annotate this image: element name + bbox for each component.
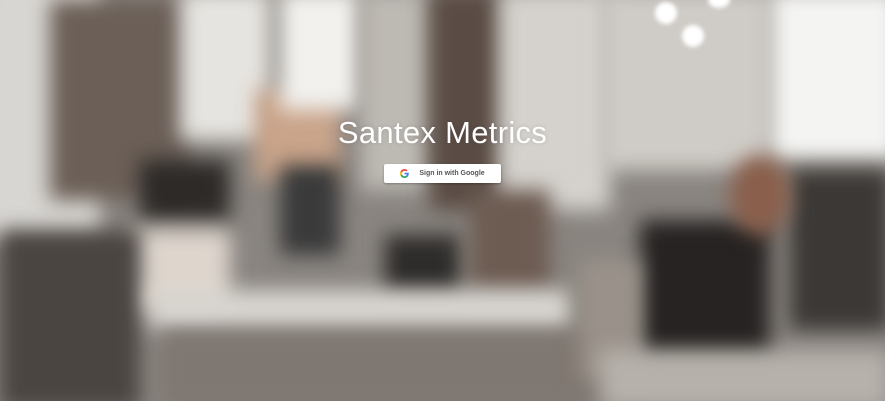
google-signin-button[interactable]: Sign in with Google (384, 164, 501, 183)
google-icon (400, 169, 410, 178)
google-signin-label: Sign in with Google (419, 170, 485, 177)
app-title: Santex Metrics (337, 115, 548, 150)
background-office-photo (0, 0, 885, 401)
